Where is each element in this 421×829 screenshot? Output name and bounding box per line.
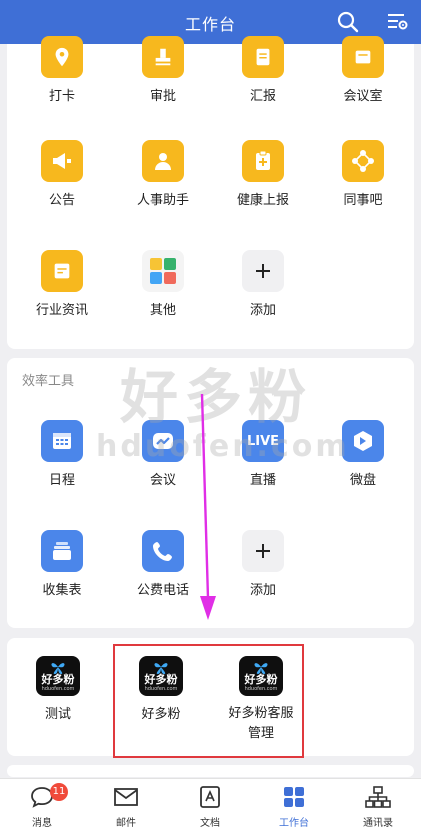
app-live[interactable]: LIVE 直播 (213, 420, 313, 492)
health-clipboard-icon (242, 140, 284, 182)
highlight-box (113, 644, 304, 758)
workbench-grid-icon (284, 787, 304, 807)
app-test[interactable]: 好多粉 hduofen.com 测试 (8, 656, 108, 726)
live-icon-text: LIVE (246, 433, 280, 449)
megaphone-icon (41, 140, 83, 182)
app-add-1[interactable]: 添加 (213, 250, 313, 322)
haoduofen-logo-icon: 好多粉 hduofen.com (36, 656, 80, 696)
plus-icon (242, 530, 284, 572)
network-icon (342, 140, 384, 182)
app-other[interactable]: 其他 (113, 250, 213, 322)
nav-messages[interactable]: 11 消息 (0, 779, 84, 829)
app-colleague-circle[interactable]: 同事吧 (313, 140, 413, 212)
report-icon (242, 36, 284, 78)
app-punch-in[interactable]: 打卡 (12, 36, 112, 108)
app-schedule[interactable]: 日程 (12, 420, 112, 492)
phone-icon (142, 530, 184, 572)
app-hr-assistant[interactable]: 人事助手 (113, 140, 213, 212)
nav-docs[interactable]: 文档 (168, 779, 252, 829)
location-pin-icon (41, 36, 83, 78)
app-report[interactable]: 汇报 (213, 36, 313, 108)
app-add-2[interactable]: 添加 (213, 530, 313, 602)
person-icon (142, 140, 184, 182)
grid-apps-icon (142, 250, 184, 292)
app-announcement[interactable]: 公告 (12, 140, 112, 212)
app-collection-form[interactable]: 收集表 (12, 530, 112, 602)
video-meeting-icon (142, 420, 184, 462)
org-chart-icon (365, 786, 391, 808)
news-icon (41, 250, 83, 292)
live-icon: LIVE (242, 420, 284, 462)
next-card-edge (7, 765, 414, 777)
calendar-icon (41, 420, 83, 462)
meeting-room-icon (342, 36, 384, 78)
search-icon[interactable] (336, 10, 360, 34)
bottom-nav: 11 消息 邮件 文档 工作台 通讯录 (0, 778, 421, 829)
mail-icon (114, 788, 138, 806)
unread-badge: 11 (50, 783, 68, 801)
cloud-disk-icon (342, 420, 384, 462)
apps-card-main: 打卡 审批 汇报 会议室 公告 人事助手 健康上报 同事吧 行业资讯 其他 添加 (7, 36, 414, 349)
app-cloud-disk[interactable]: 微盘 (313, 420, 413, 492)
nav-workbench[interactable]: 工作台 (252, 779, 336, 829)
app-industry-news[interactable]: 行业资讯 (12, 250, 112, 322)
stamp-icon (142, 36, 184, 78)
filter-settings-icon[interactable] (385, 10, 409, 34)
nav-contacts[interactable]: 通讯录 (336, 779, 420, 829)
form-stack-icon (41, 530, 83, 572)
app-approval[interactable]: 审批 (113, 36, 213, 108)
section-title-efficiency: 效率工具 (22, 374, 75, 389)
arrow-annotation-icon (200, 393, 216, 620)
plus-icon (242, 250, 284, 292)
document-icon (200, 786, 220, 808)
nav-mail[interactable]: 邮件 (84, 779, 168, 829)
app-health-report[interactable]: 健康上报 (213, 140, 313, 212)
app-meeting-room[interactable]: 会议室 (313, 36, 413, 108)
